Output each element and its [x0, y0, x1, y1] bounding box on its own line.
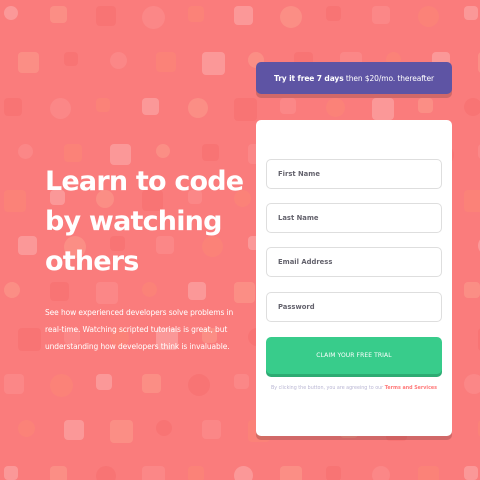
background-decor-icon: [64, 420, 84, 440]
background-decor-icon: [326, 466, 341, 480]
background-decor-icon: [142, 466, 165, 480]
background-decor-icon: [96, 466, 116, 480]
background-decor-icon: [50, 466, 67, 480]
background-decor-icon: [4, 282, 20, 298]
background-decor-icon: [372, 98, 394, 120]
background-decor-icon: [418, 98, 433, 113]
background-decor-icon: [202, 52, 225, 75]
promo-highlight: Try it free 7 days: [274, 73, 344, 83]
background-decor-icon: [142, 374, 161, 393]
background-decor-icon: [280, 466, 302, 480]
background-decor-icon: [110, 420, 133, 443]
background-decor-icon: [156, 144, 170, 158]
background-decor-icon: [234, 98, 257, 121]
promo-banner: Try it free 7 days then $20/mo. thereaft…: [256, 62, 452, 94]
background-decor-icon: [418, 466, 439, 480]
background-decor-icon: [4, 190, 26, 212]
background-decor-icon: [202, 144, 219, 161]
background-decor-icon: [188, 6, 204, 22]
background-decor-icon: [234, 374, 249, 389]
background-decor-icon: [188, 374, 210, 396]
email-field[interactable]: [266, 247, 442, 277]
background-decor-icon: [188, 98, 208, 118]
terms-notice: By clicking the button, you are agreeing…: [256, 386, 452, 391]
hero-title: Learn to code by watching others: [45, 166, 244, 277]
background-decor-icon: [326, 6, 341, 21]
background-decor-icon: [234, 6, 253, 25]
background-decor-icon: [18, 420, 35, 437]
first-name-field[interactable]: [266, 159, 442, 189]
background-decor-icon: [50, 374, 73, 397]
background-decor-icon: [142, 98, 159, 115]
signup-form: CLAIM YOUR FREE TRIAL By clicking the bu…: [256, 120, 452, 436]
background-decor-icon: [142, 6, 165, 29]
background-decor-icon: [18, 52, 39, 73]
background-decor-icon: [4, 466, 18, 480]
background-decor-icon: [326, 98, 345, 117]
background-decor-icon: [464, 466, 478, 480]
background-decor-icon: [234, 466, 253, 480]
background-decor-icon: [96, 6, 116, 26]
background-decor-icon: [464, 190, 480, 212]
background-decor-icon: [50, 98, 71, 119]
background-decor-icon: [418, 6, 439, 27]
background-decor-icon: [280, 6, 302, 28]
background-decor-icon: [18, 328, 41, 351]
terms-link[interactable]: Terms and Services: [385, 386, 437, 391]
background-decor-icon: [4, 98, 22, 116]
hero-description: See how experienced developers solve pro…: [45, 308, 234, 351]
background-decor-icon: [4, 6, 18, 20]
background-decor-icon: [156, 420, 172, 436]
background-decor-icon: [156, 52, 176, 72]
background-decor-icon: [96, 374, 112, 390]
background-decor-icon: [372, 466, 390, 480]
background-decor-icon: [188, 466, 204, 480]
background-decor-icon: [464, 282, 480, 298]
promo-text: then $20/mo. thereafter: [343, 73, 434, 83]
background-decor-icon: [18, 236, 37, 255]
background-decor-icon: [372, 6, 390, 24]
background-decor-icon: [64, 52, 78, 66]
background-decor-icon: [50, 6, 67, 23]
background-decor-icon: [464, 98, 480, 116]
background-decor-icon: [202, 420, 221, 439]
background-decor-icon: [464, 374, 480, 394]
background-decor-icon: [96, 98, 110, 112]
claim-free-trial-button[interactable]: CLAIM YOUR FREE TRIAL: [266, 337, 442, 374]
background-decor-icon: [280, 98, 296, 114]
background-decor-icon: [464, 6, 478, 20]
hero-section: Learn to code by watching others See how…: [45, 162, 245, 355]
background-decor-icon: [18, 144, 33, 159]
password-field[interactable]: [266, 292, 442, 322]
last-name-field[interactable]: [266, 203, 442, 233]
background-decor-icon: [110, 52, 127, 69]
background-decor-icon: [4, 374, 24, 394]
terms-text: By clicking the button, you are agreeing…: [270, 386, 385, 391]
background-decor-icon: [64, 144, 82, 162]
